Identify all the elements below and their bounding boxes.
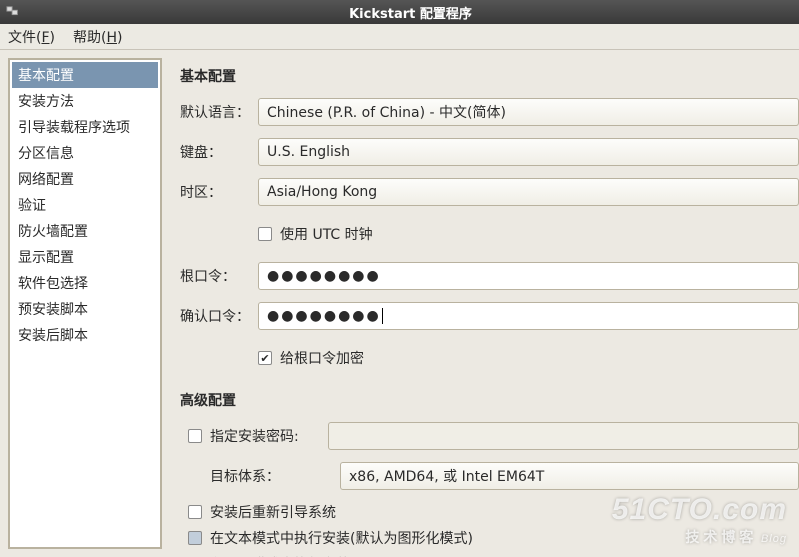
specify-password-label: 指定安装密码: [210, 426, 320, 446]
textmode-label: 在文本模式中执行安装(默认为图形化模式) [210, 528, 473, 548]
timezone-select[interactable]: Asia/Hong Kong [258, 178, 799, 206]
confirm-password-value: ●●●●●●●● [267, 308, 381, 324]
lang-label: 默认语言： [180, 102, 258, 122]
sidebar-item-3[interactable]: 分区信息 [12, 140, 158, 166]
sidebar-item-0[interactable]: 基本配置 [12, 62, 158, 88]
arch-label: 目标体系： [210, 466, 340, 486]
specify-password-input[interactable] [328, 422, 799, 450]
sidebar-item-6[interactable]: 防火墙配置 [12, 218, 158, 244]
sidebar-item-5[interactable]: 验证 [12, 192, 158, 218]
arch-value: x86, AMD64, 或 Intel EM64T [349, 466, 544, 486]
utc-label: 使用 UTC 时钟 [280, 224, 373, 244]
menubar: 文件(F) 帮助(H) [0, 24, 799, 50]
sidebar: 基本配置安装方法引导装载程序选项分区信息网络配置验证防火墙配置显示配置软件包选择… [8, 58, 162, 549]
confirm-password-input[interactable]: ●●●●●●●● [258, 302, 799, 330]
app-icon [6, 5, 20, 19]
confirm-password-label: 确认口令： [180, 306, 258, 326]
sidebar-item-1[interactable]: 安装方法 [12, 88, 158, 114]
textmode-checkbox[interactable] [188, 531, 202, 545]
menu-help[interactable]: 帮助(H) [73, 27, 122, 47]
lang-select[interactable]: Chinese (P.R. of China) - 中文(简体) [258, 98, 799, 126]
sidebar-item-10[interactable]: 安装后脚本 [12, 322, 158, 348]
root-password-label: 根口令： [180, 266, 258, 286]
lang-value: Chinese (P.R. of China) - 中文(简体) [267, 102, 506, 122]
encrypt-checkbox[interactable] [258, 351, 272, 365]
keyboard-label: 键盘： [180, 142, 258, 162]
keyboard-select[interactable]: U.S. English [258, 138, 799, 166]
window-titlebar: Kickstart 配置程序 [0, 0, 799, 24]
advanced-section-title: 高级配置 [180, 390, 799, 410]
content-panel: 基本配置 默认语言： Chinese (P.R. of China) - 中文(… [162, 50, 799, 557]
utc-checkbox[interactable] [258, 227, 272, 241]
timezone-label: 时区： [180, 182, 258, 202]
root-password-value: ●●●●●●●● [267, 268, 381, 284]
sidebar-item-2[interactable]: 引导装载程序选项 [12, 114, 158, 140]
arch-select[interactable]: x86, AMD64, 或 Intel EM64T [340, 462, 799, 490]
menu-file[interactable]: 文件(F) [8, 27, 55, 47]
specify-password-checkbox[interactable] [188, 429, 202, 443]
keyboard-value: U.S. English [267, 144, 350, 160]
basic-section-title: 基本配置 [180, 66, 799, 86]
sidebar-item-7[interactable]: 显示配置 [12, 244, 158, 270]
reboot-checkbox[interactable] [188, 505, 202, 519]
encrypt-label: 给根口令加密 [280, 348, 364, 368]
sidebar-item-4[interactable]: 网络配置 [12, 166, 158, 192]
root-password-input[interactable]: ●●●●●●●● [258, 262, 799, 290]
sidebar-item-8[interactable]: 软件包选择 [12, 270, 158, 296]
sidebar-item-9[interactable]: 预安装脚本 [12, 296, 158, 322]
reboot-label: 安装后重新引导系统 [210, 502, 336, 522]
window-title: Kickstart 配置程序 [28, 3, 793, 22]
timezone-value: Asia/Hong Kong [267, 184, 377, 200]
text-cursor [382, 308, 383, 324]
